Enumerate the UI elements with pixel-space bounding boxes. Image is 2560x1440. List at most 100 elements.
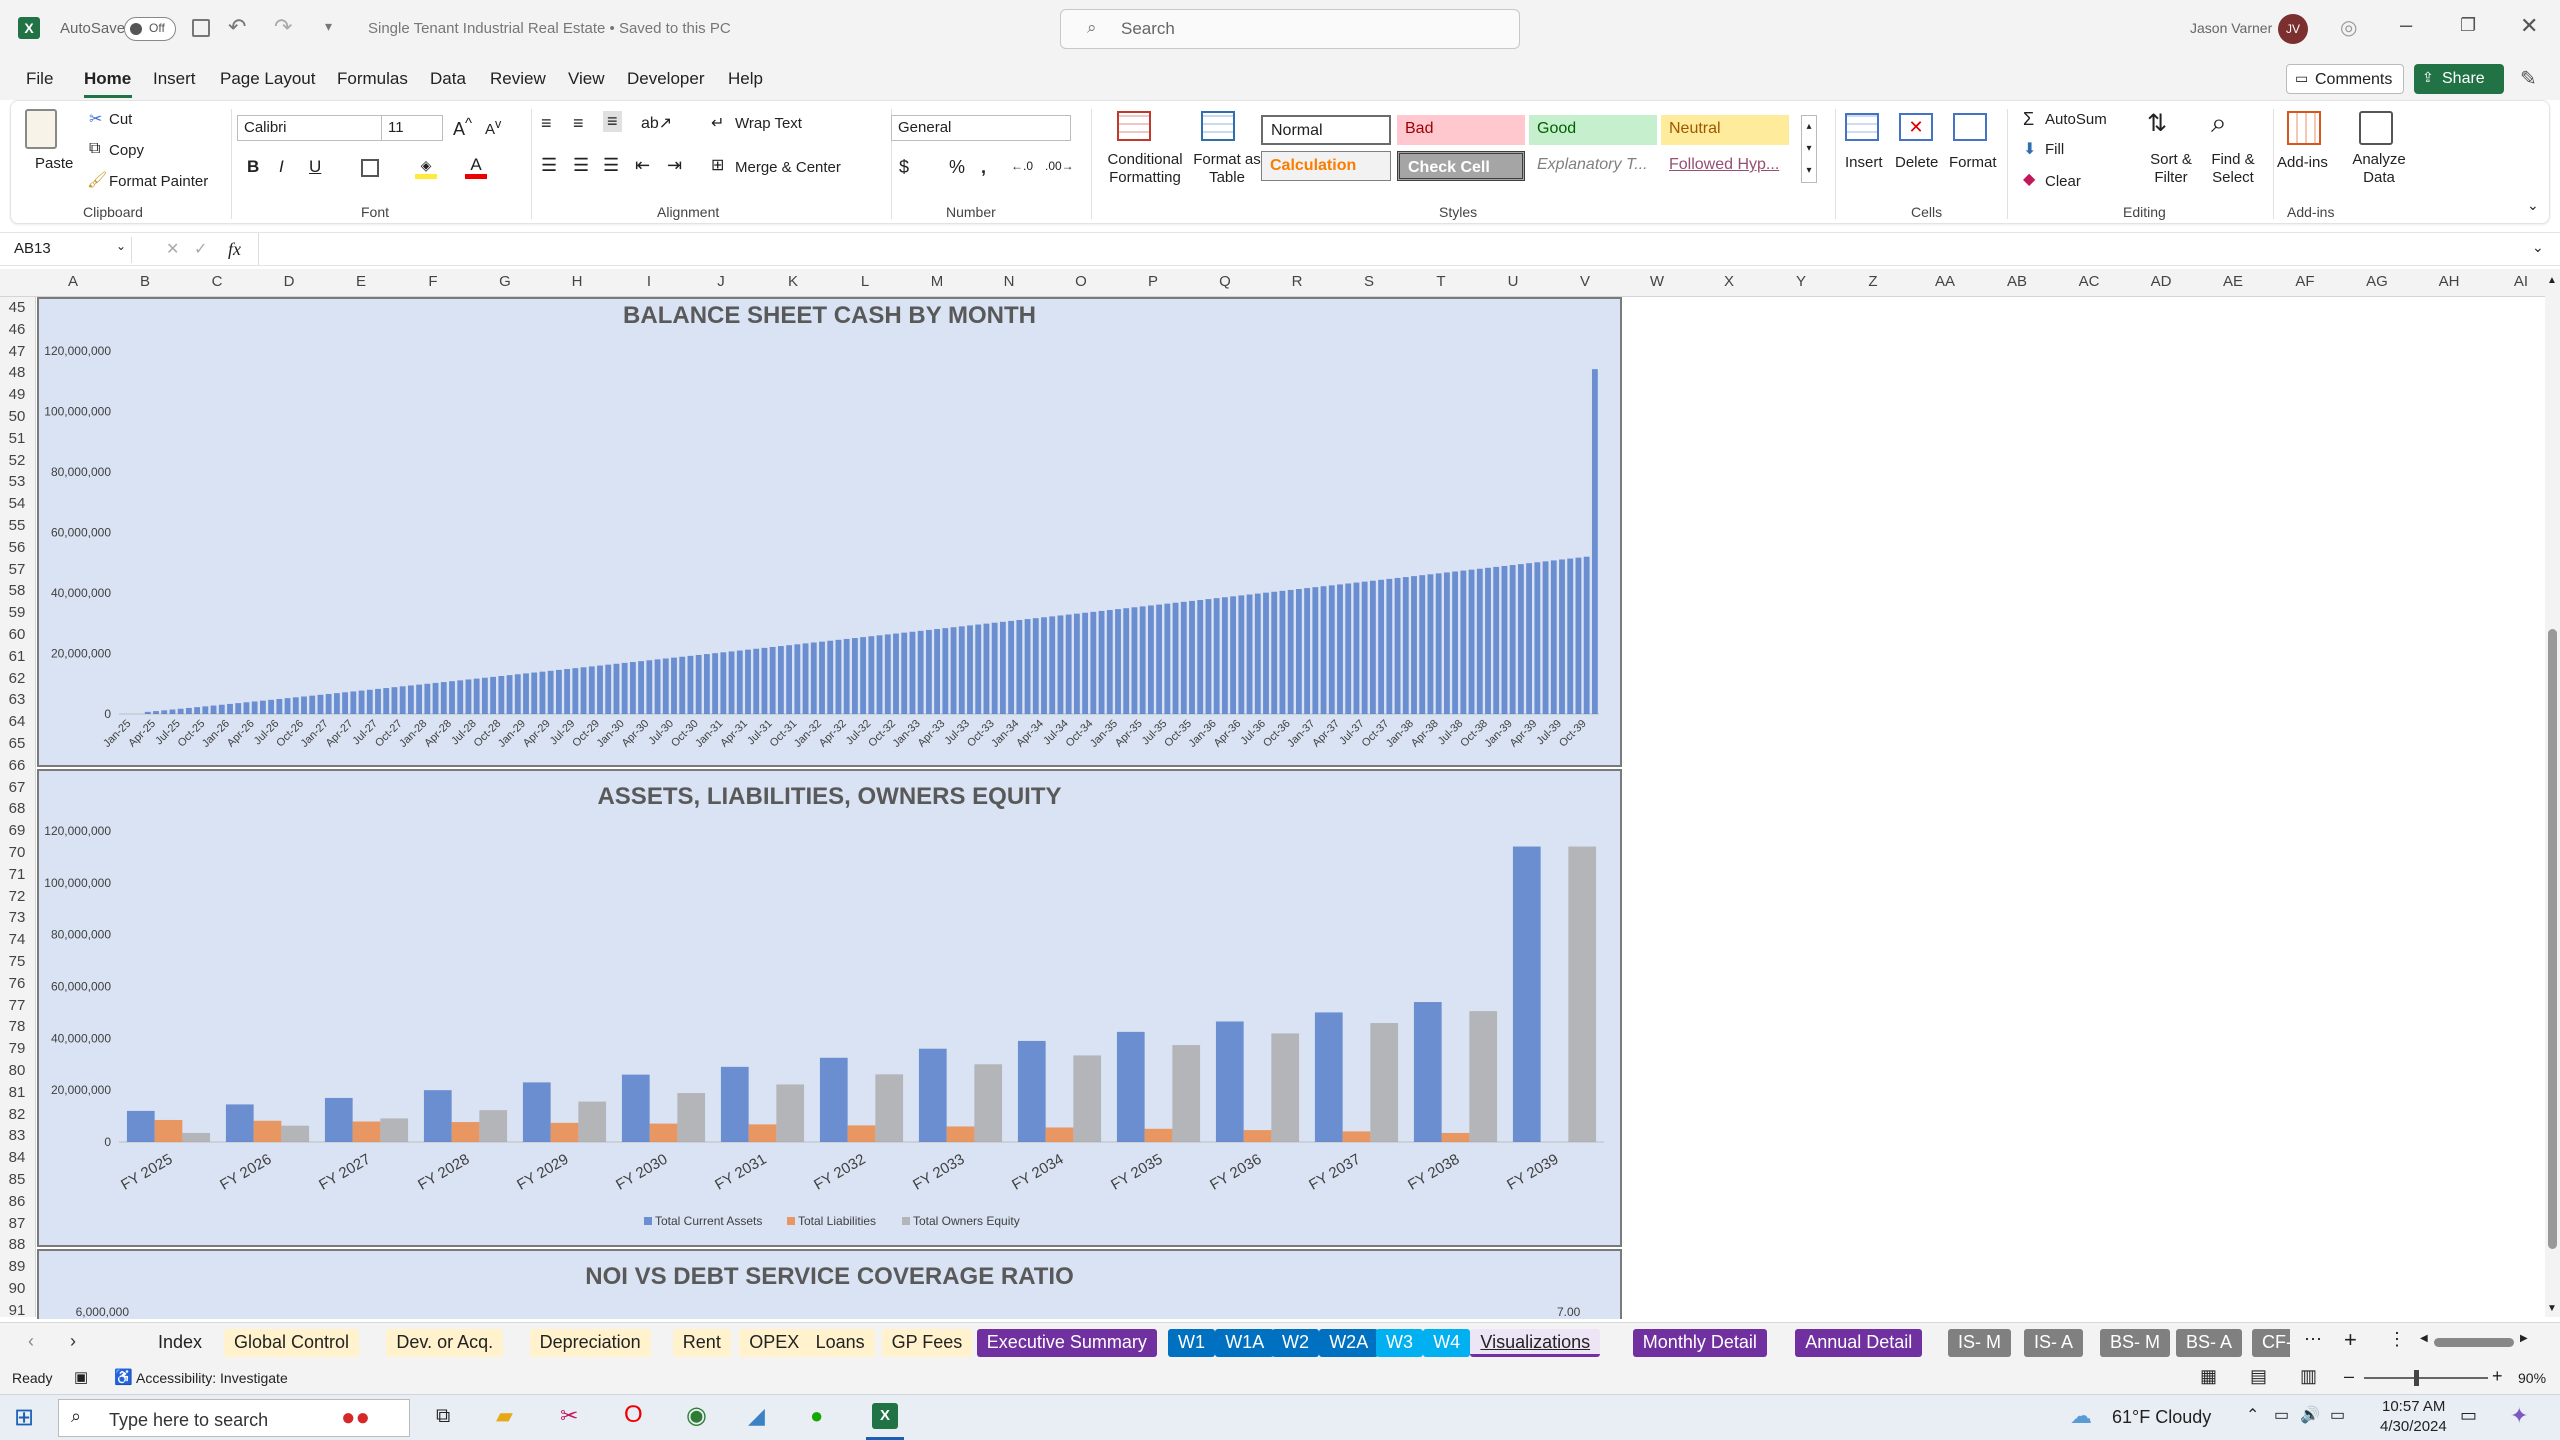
row-header[interactable]: 48 (0, 364, 34, 381)
row-header[interactable]: 51 (0, 430, 34, 447)
column-header[interactable]: M (901, 273, 973, 290)
accessibility-status[interactable]: Accessibility: Investigate (136, 1370, 288, 1386)
column-header[interactable]: G (469, 273, 541, 290)
column-header[interactable]: Q (1189, 273, 1261, 290)
merge-center-button[interactable]: Merge & Center (735, 159, 841, 176)
row-header[interactable]: 47 (0, 343, 34, 360)
sheet-tab[interactable]: Index (148, 1329, 213, 1357)
redo-icon[interactable]: ↷ (274, 14, 292, 40)
font-size-select[interactable]: 11 (381, 115, 443, 141)
meet-icon[interactable]: ▭ (2274, 1405, 2289, 1425)
autosum-button[interactable]: AutoSum (2045, 111, 2107, 128)
taskbar-search-box[interactable]: ⌕ Type here to search ●● (58, 1399, 410, 1437)
column-header[interactable]: K (757, 273, 829, 290)
column-header[interactable]: F (397, 273, 469, 290)
scroll-thumb[interactable] (2548, 629, 2557, 1249)
menu-insert[interactable]: Insert (153, 69, 196, 89)
bold-button[interactable]: B (247, 157, 259, 177)
style-calculation[interactable]: Calculation (1261, 151, 1391, 181)
row-header[interactable]: 46 (0, 321, 34, 338)
column-header[interactable]: AG (2341, 273, 2413, 290)
scroll-down-icon[interactable]: ▼ (2547, 1303, 2557, 1314)
lightbulb-icon[interactable]: ◎ (2340, 15, 2357, 40)
column-header[interactable]: AE (2197, 273, 2269, 290)
format-painter-button[interactable]: Format Painter (109, 173, 208, 190)
zoom-level[interactable]: 90% (2518, 1370, 2546, 1386)
row-header[interactable]: 74 (0, 931, 34, 948)
sheet-tab[interactable]: W1A (1215, 1329, 1275, 1357)
clear-button[interactable]: Clear (2045, 173, 2081, 190)
column-header[interactable]: P (1117, 273, 1189, 290)
sheet-tab[interactable]: W3 (1376, 1329, 1423, 1357)
menu-home[interactable]: Home (84, 69, 131, 89)
document-title[interactable]: Single Tenant Industrial Real Estate • S… (368, 20, 731, 37)
column-header[interactable]: AD (2125, 273, 2197, 290)
row-header[interactable]: 63 (0, 691, 34, 708)
column-header[interactable]: J (685, 273, 757, 290)
analyze-data-button[interactable]: Analyze Data (2351, 151, 2407, 187)
row-header[interactable]: 79 (0, 1040, 34, 1057)
vertical-scrollbar[interactable]: ▲ ▼ (2545, 269, 2560, 1317)
name-box-dropdown-icon[interactable]: ⌄ (116, 239, 126, 253)
decrease-indent-icon[interactable]: ⇤ (635, 155, 650, 176)
page-layout-view-icon[interactable]: ▤ (2250, 1366, 2267, 1387)
file-explorer-icon[interactable]: ▰ (496, 1403, 513, 1429)
sheet-tab[interactable]: Executive Summary (976, 1329, 1157, 1357)
sheet-tab[interactable]: Depreciation (529, 1329, 651, 1357)
cancel-entry-icon[interactable]: ✕ (166, 239, 179, 259)
row-header[interactable]: 65 (0, 735, 34, 752)
column-header[interactable]: O (1045, 273, 1117, 290)
column-header[interactable]: Z (1837, 273, 1909, 290)
align-center-icon[interactable]: ☰ (573, 155, 589, 176)
row-header[interactable]: 88 (0, 1236, 34, 1253)
style-good[interactable]: Good (1529, 115, 1657, 145)
row-header[interactable]: 82 (0, 1106, 34, 1123)
chart-noi-vs-dscr[interactable]: NOI VS DEBT SERVICE COVERAGE RATIO 6,000… (37, 1249, 1622, 1319)
page-break-view-icon[interactable]: ▥ (2300, 1366, 2317, 1387)
percent-icon[interactable]: % (949, 157, 965, 178)
row-header[interactable]: 69 (0, 822, 34, 839)
row-header[interactable]: 64 (0, 713, 34, 730)
row-header[interactable]: 49 (0, 386, 34, 403)
column-header[interactable]: Y (1765, 273, 1837, 290)
column-header[interactable]: T (1405, 273, 1477, 290)
row-header[interactable]: 81 (0, 1084, 34, 1101)
row-header[interactable]: 55 (0, 517, 34, 534)
styles-gallery-scroll[interactable]: ▴ ▾ ▾ (1801, 115, 1817, 183)
weather-text[interactable]: 61°F Cloudy (2112, 1407, 2211, 1428)
expand-formula-icon[interactable]: ⌄ (2532, 239, 2544, 256)
comma-icon[interactable]: , (981, 157, 986, 178)
sheet-tab[interactable]: CF- M (2252, 1329, 2290, 1357)
align-top-icon[interactable]: ≡ (541, 113, 552, 134)
row-header[interactable]: 85 (0, 1171, 34, 1188)
copilot-icon[interactable]: ✦ (2510, 1403, 2528, 1429)
column-header[interactable]: S (1333, 273, 1405, 290)
row-header[interactable]: 76 (0, 975, 34, 992)
row-header[interactable]: 60 (0, 626, 34, 643)
grow-font-icon[interactable]: A^ (453, 115, 472, 140)
column-header[interactable]: I (613, 273, 685, 290)
column-header[interactable]: B (109, 273, 181, 290)
align-middle-icon[interactable]: ≡ (573, 113, 584, 134)
feedback-icon[interactable]: ✎ (2520, 66, 2537, 91)
sheet-tab[interactable]: BS- A (2176, 1329, 2243, 1357)
sheet-tab[interactable]: IS- A (2024, 1329, 2084, 1357)
format-as-table-button[interactable]: Format as Table (1189, 151, 1265, 187)
user-name[interactable]: Jason Varner (2190, 20, 2272, 36)
menu-file[interactable]: File (26, 69, 53, 89)
next-sheet-icon[interactable]: › (70, 1331, 76, 1352)
cut-button[interactable]: Cut (109, 111, 132, 128)
orientation-icon[interactable]: ab↗ (641, 113, 672, 133)
scroll-up-icon[interactable]: ▲ (2547, 275, 2557, 286)
menu-review[interactable]: Review (490, 69, 546, 89)
close-icon[interactable]: ✕ (2520, 13, 2538, 39)
column-header[interactable]: AB (1981, 273, 2053, 290)
sheet-tab[interactable]: Visualizations (1470, 1329, 1601, 1357)
underline-button[interactable]: U (309, 157, 321, 177)
avatar[interactable]: JV (2278, 14, 2308, 44)
style-bad[interactable]: Bad (1397, 115, 1525, 145)
row-header[interactable]: 71 (0, 866, 34, 883)
row-header[interactable]: 77 (0, 997, 34, 1014)
sheet-tab[interactable]: Rent (672, 1329, 731, 1357)
row-header[interactable]: 59 (0, 604, 34, 621)
